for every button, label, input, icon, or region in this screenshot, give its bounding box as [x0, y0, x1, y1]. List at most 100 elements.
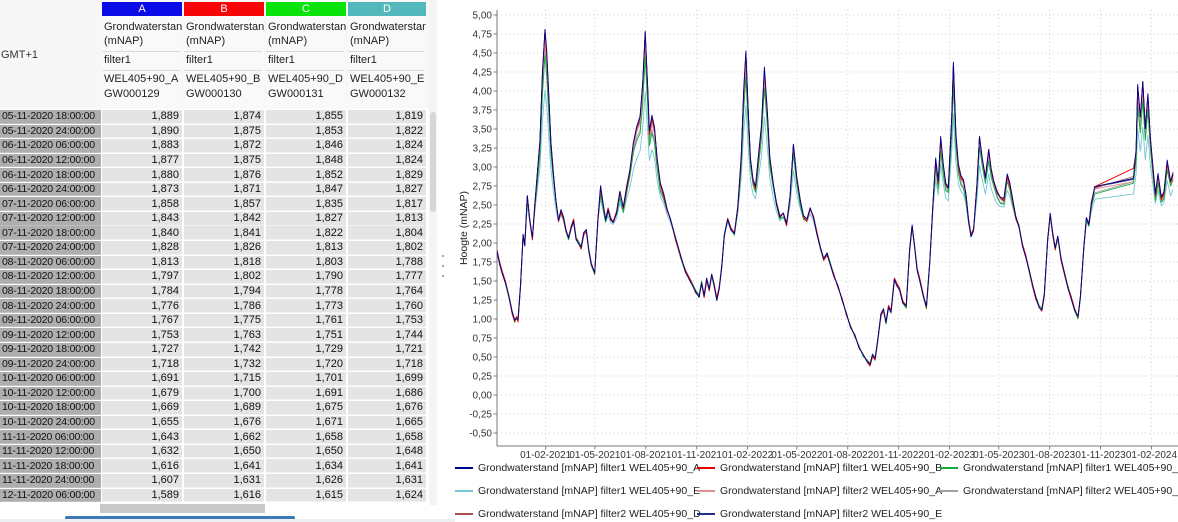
value-cell[interactable]: 1,775: [184, 314, 264, 328]
value-cell[interactable]: 1,813: [266, 241, 346, 255]
table-horizontal-scrollbar-thumb[interactable]: [100, 504, 265, 513]
value-cell[interactable]: 1,655: [102, 416, 182, 430]
value-cell[interactable]: 1,691: [102, 372, 182, 386]
column-header-A[interactable]: AGrondwaterstan(mNAP)filter1WEL405+90_AG…: [102, 0, 182, 109]
value-cell[interactable]: 1,732: [184, 358, 264, 372]
row-header-timestamp[interactable]: 12-11-2020 06:00:00: [0, 489, 101, 503]
legend-item[interactable]: Grondwaterstand [mNAP] filter1 WEL405+90…: [455, 459, 700, 477]
value-cell[interactable]: 1,857: [184, 197, 264, 211]
column-header-D[interactable]: DGrondwaterstan(mNAP)filter1WEL405+90_EG…: [348, 0, 426, 109]
value-cell[interactable]: 1,658: [266, 430, 346, 444]
row-header-timestamp[interactable]: 10-11-2020 06:00:00: [0, 372, 101, 386]
value-cell[interactable]: 1,880: [102, 168, 182, 182]
value-cell[interactable]: 1,788: [348, 256, 426, 270]
column-letter-band[interactable]: D: [348, 2, 426, 16]
value-cell[interactable]: 1,700: [184, 387, 264, 401]
value-cell[interactable]: 1,790: [266, 270, 346, 284]
column-letter-band[interactable]: B: [184, 2, 264, 16]
value-cell[interactable]: 1,718: [348, 358, 426, 372]
value-cell[interactable]: 1,742: [184, 343, 264, 357]
value-cell[interactable]: 1,846: [266, 139, 346, 153]
value-cell[interactable]: 1,802: [348, 241, 426, 255]
row-header-timestamp[interactable]: 11-11-2020 18:00:00: [0, 459, 101, 473]
value-cell[interactable]: 1,671: [266, 416, 346, 430]
row-header-timestamp[interactable]: 09-11-2020 24:00:00: [0, 358, 101, 372]
value-cell[interactable]: 1,632: [102, 445, 182, 459]
row-header-timestamp[interactable]: 08-11-2020 12:00:00: [0, 270, 101, 284]
value-cell[interactable]: 1,813: [102, 256, 182, 270]
value-cell[interactable]: 1,784: [102, 285, 182, 299]
row-header-timestamp[interactable]: 06-11-2020 12:00:00: [0, 154, 101, 168]
value-cell[interactable]: 1,843: [102, 212, 182, 226]
value-cell[interactable]: 1,729: [266, 343, 346, 357]
value-cell[interactable]: 1,817: [348, 197, 426, 211]
row-header-timestamp[interactable]: 09-11-2020 12:00:00: [0, 328, 101, 342]
row-header-timestamp[interactable]: 11-11-2020 24:00:00: [0, 474, 101, 488]
value-cell[interactable]: 1,794: [184, 285, 264, 299]
value-cell[interactable]: 1,650: [184, 445, 264, 459]
row-header-timestamp[interactable]: 11-11-2020 12:00:00: [0, 445, 101, 459]
value-cell[interactable]: 1,824: [348, 139, 426, 153]
value-cell[interactable]: 1,858: [102, 197, 182, 211]
value-cell[interactable]: 1,847: [266, 183, 346, 197]
value-cell[interactable]: 1,607: [102, 474, 182, 488]
value-cell[interactable]: 1,855: [266, 110, 346, 124]
value-cell[interactable]: 1,589: [102, 489, 182, 503]
column-letter-band[interactable]: C: [266, 2, 346, 16]
row-header-timestamp[interactable]: 08-11-2020 06:00:00: [0, 256, 101, 270]
value-cell[interactable]: 1,890: [102, 125, 182, 139]
value-cell[interactable]: 1,761: [266, 314, 346, 328]
value-cell[interactable]: 1,876: [184, 168, 264, 182]
value-cell[interactable]: 1,767: [102, 314, 182, 328]
legend-item[interactable]: Grondwaterstand [mNAP] filter2 WEL405+90…: [940, 482, 1178, 500]
column-header-B[interactable]: BGrondwaterstan(mNAP)filter1WEL405+90_BG…: [184, 0, 264, 109]
value-cell[interactable]: 1,624: [348, 489, 426, 503]
value-cell[interactable]: 1,840: [102, 226, 182, 240]
value-cell[interactable]: 1,777: [348, 270, 426, 284]
value-cell[interactable]: 1,751: [266, 328, 346, 342]
value-cell[interactable]: 1,875: [184, 154, 264, 168]
value-cell[interactable]: 1,803: [266, 256, 346, 270]
value-cell[interactable]: 1,875: [184, 125, 264, 139]
value-cell[interactable]: 1,824: [348, 154, 426, 168]
row-header-timestamp[interactable]: 05-11-2020 18:00:00: [0, 110, 101, 124]
value-cell[interactable]: 1,829: [348, 168, 426, 182]
value-cell[interactable]: 1,718: [102, 358, 182, 372]
value-cell[interactable]: 1,631: [348, 474, 426, 488]
value-cell[interactable]: 1,615: [266, 489, 346, 503]
value-cell[interactable]: 1,721: [348, 343, 426, 357]
value-cell[interactable]: 1,826: [184, 241, 264, 255]
legend-item[interactable]: Grondwaterstand [mNAP] filter2 WEL405+90…: [697, 505, 942, 522]
value-cell[interactable]: 1,699: [348, 372, 426, 386]
value-cell[interactable]: 1,641: [184, 459, 264, 473]
value-cell[interactable]: 1,773: [266, 299, 346, 313]
row-header-timestamp[interactable]: 07-11-2020 18:00:00: [0, 226, 101, 240]
column-letter-band[interactable]: A: [102, 2, 182, 16]
value-cell[interactable]: 1,679: [102, 387, 182, 401]
value-cell[interactable]: 1,634: [266, 459, 346, 473]
value-cell[interactable]: 1,691: [266, 387, 346, 401]
value-cell[interactable]: 1,841: [184, 226, 264, 240]
timeseries-chart[interactable]: 5,004,754,504,254,003,753,503,253,002,75…: [455, 0, 1178, 522]
value-cell[interactable]: 1,760: [348, 299, 426, 313]
row-header-timestamp[interactable]: 11-11-2020 06:00:00: [0, 430, 101, 444]
row-header-timestamp[interactable]: 09-11-2020 06:00:00: [0, 314, 101, 328]
value-cell[interactable]: 1,874: [184, 110, 264, 124]
value-cell[interactable]: 1,763: [184, 328, 264, 342]
value-cell[interactable]: 1,797: [102, 270, 182, 284]
value-cell[interactable]: 1,675: [266, 401, 346, 415]
table-vertical-scrollbar[interactable]: [429, 0, 437, 505]
value-cell[interactable]: 1,852: [266, 168, 346, 182]
value-cell[interactable]: 1,819: [348, 110, 426, 124]
row-header-timestamp[interactable]: 06-11-2020 24:00:00: [0, 183, 101, 197]
value-cell[interactable]: 1,676: [184, 416, 264, 430]
panel-splitter-handle[interactable]: [439, 253, 447, 279]
value-cell[interactable]: 1,802: [184, 270, 264, 284]
value-cell[interactable]: 1,676: [348, 401, 426, 415]
value-cell[interactable]: 1,626: [266, 474, 346, 488]
value-cell[interactable]: 1,665: [348, 416, 426, 430]
value-cell[interactable]: 1,643: [102, 430, 182, 444]
legend-item[interactable]: Grondwaterstand [mNAP] filter1 WEL405+90…: [940, 459, 1178, 477]
value-cell[interactable]: 1,715: [184, 372, 264, 386]
value-cell[interactable]: 1,853: [266, 125, 346, 139]
